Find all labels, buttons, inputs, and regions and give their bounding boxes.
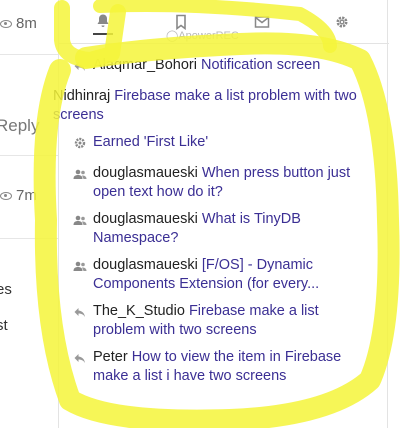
bookmark-icon [176, 14, 186, 30]
divider [0, 54, 60, 55]
background-topic-list: 8m Reply 7m es st [0, 0, 60, 428]
notification-user: Nidhinraj [53, 88, 111, 104]
text-fragment: st [0, 317, 8, 334]
notification-user: douglasmaueski [93, 211, 198, 227]
notification-topic[interactable]: How to view the item in Firebase make a … [93, 349, 341, 384]
bell-icon [97, 14, 109, 27]
tab-messages[interactable] [252, 12, 272, 32]
record-icon: ◯ [166, 30, 179, 42]
group-icon [73, 210, 91, 233]
background-card: es st [0, 238, 60, 348]
badge-icon [73, 133, 91, 156]
notification-item[interactable]: douglasmaueski When press button just op… [73, 164, 373, 202]
views-icon [0, 20, 12, 29]
notification-item[interactable]: douglasmaueski [F/OS] - Dynamic Componen… [73, 256, 373, 294]
tab-notifications[interactable] [93, 9, 113, 35]
notification-item[interactable]: Alaqmar_Bohori Notification screen [73, 56, 373, 79]
notification-item[interactable]: The_K_Studio Firebase make a list proble… [73, 302, 373, 340]
group-icon [73, 164, 91, 187]
reply-icon [73, 302, 91, 325]
user-menu-tabs: ◯ApowerREC [59, 0, 389, 44]
activity-time-1: 8m [0, 15, 37, 32]
reply-icon [73, 348, 91, 371]
notification-user: Alaqmar_Bohori [93, 57, 197, 73]
notification-item[interactable]: Nidhinraj Firebase make a list problem w… [53, 87, 373, 125]
tab-preferences[interactable] [332, 12, 352, 32]
notification-user: The_K_Studio [93, 303, 185, 319]
activity-time-2: 7m [0, 187, 37, 204]
user-menu-panel: ◯ApowerREC Alaqmar_Bohori Notification s… [53, 0, 389, 428]
divider [0, 155, 60, 156]
mail-icon [254, 16, 270, 28]
notification-topic[interactable]: Earned 'First Like' [93, 134, 208, 150]
notification-item[interactable]: Earned 'First Like' [73, 133, 373, 156]
notification-topic[interactable]: Notification screen [201, 57, 320, 73]
text-fragment: es [0, 281, 12, 298]
notification-user: Peter [93, 349, 128, 365]
recorder-watermark: ◯ApowerREC [166, 30, 239, 42]
notification-user: douglasmaueski [93, 257, 198, 273]
notification-list: Alaqmar_Bohori Notification screen Nidhi… [53, 56, 373, 394]
notification-user: douglasmaueski [93, 165, 198, 181]
notification-item[interactable]: Peter How to view the item in Firebase m… [73, 348, 373, 386]
group-icon [73, 256, 91, 279]
reply-icon [73, 56, 91, 79]
notification-item[interactable]: douglasmaueski What is TinyDB Namespace? [73, 210, 373, 248]
views-icon [0, 192, 12, 201]
reply-label[interactable]: Reply [0, 116, 39, 136]
gear-icon [336, 16, 348, 28]
